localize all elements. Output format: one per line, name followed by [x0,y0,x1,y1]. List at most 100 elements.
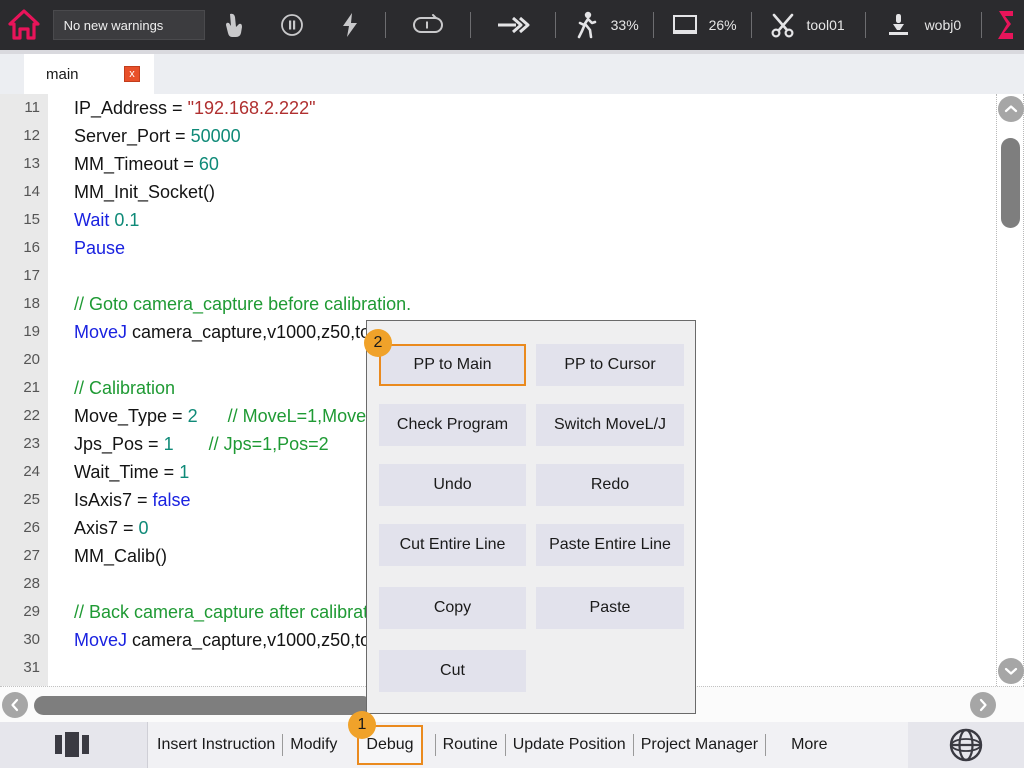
code-text: // Calibration [74,374,175,402]
code-token: false [153,490,191,510]
menu-item-pp-to-cursor[interactable]: PP to Cursor [536,344,684,386]
menu-item-label: Undo [433,476,471,494]
line-number: 18 [0,290,40,318]
horizontal-scroll-thumb[interactable] [34,696,372,715]
bottom-menu-insert-instruction[interactable]: Insert Instruction [150,722,282,768]
menu-item-label: Paste Entire Line [549,536,671,554]
code-token: 0 [139,518,149,538]
bottom-menu-more[interactable]: More [784,722,834,768]
line-number: 27 [0,542,40,570]
screen-indicator[interactable]: 26% [660,0,737,50]
code-text: MM_Timeout = 60 [74,150,219,178]
code-text: IsAxis7 = false [74,486,191,514]
speed-value: 33% [611,17,639,33]
toolbar-divider [470,12,471,38]
step-badge-1: 1 [348,711,376,739]
bottom-menu-routine[interactable]: Routine [436,722,505,768]
menu-item-label: PP to Main [414,356,492,374]
code-line[interactable]: 13MM_Timeout = 60 [0,150,996,178]
code-line[interactable]: 14 MM_Init_Socket() [0,178,996,206]
menu-item-switch-movel-j[interactable]: Switch MoveL/J [536,404,684,446]
code-token: // Calibration [74,378,175,398]
workobject-indicator[interactable]: wobj0 [872,0,962,50]
menu-item-pp-to-main[interactable]: PP to Main [379,344,526,386]
vertical-scroll-thumb[interactable] [1001,138,1020,228]
brand-logo-icon[interactable] [988,0,1024,50]
speed-indicator[interactable]: 33% [562,0,639,50]
code-token: // Goto camera_capture before calibratio… [74,294,411,314]
step-forward-icon[interactable] [477,0,549,50]
menu-item-redo[interactable]: Redo [536,464,684,506]
code-line[interactable]: 16Pause [0,234,996,262]
code-line[interactable]: 18 // Goto camera_capture before calibrat… [0,290,996,318]
scroll-down-icon[interactable] [998,658,1024,684]
line-number: 14 [0,178,40,206]
toolbar-divider [385,12,386,38]
code-token: IP_Address = [74,98,188,118]
code-token: Jps_Pos = [74,434,164,454]
tool-indicator[interactable]: tool01 [758,0,845,50]
scroll-up-icon[interactable] [998,96,1024,122]
code-text: IP_Address = "192.168.2.222" [74,94,315,122]
line-number: 30 [0,626,40,654]
bottom-menu-modify[interactable]: Modify [283,722,344,768]
code-line[interactable]: 15Wait 0.1 [0,206,996,234]
tab-bar: main x [0,54,1024,94]
line-number: 11 [0,94,40,122]
code-token: MM_Init_Socket() [74,182,215,202]
menu-item-check-program[interactable]: Check Program [379,404,526,446]
code-line[interactable]: 17 [0,262,996,290]
warning-status-box[interactable]: No new warnings [53,10,205,40]
code-token: 50000 [191,126,241,146]
running-man-icon [570,0,604,50]
menu-item-label: Copy [434,599,471,617]
menu-item-cut[interactable]: Cut [379,650,526,692]
pause-circle-icon[interactable] [263,0,321,50]
code-token: Pause [74,238,125,258]
language-button[interactable] [908,722,1024,768]
workobject-value: wobj0 [925,17,962,33]
code-text: Jps_Pos = 1 // Jps=1,Pos=2 [74,430,329,458]
menu-item-paste[interactable]: Paste [536,587,684,629]
code-line[interactable]: 12Server_Port = 50000 [0,122,996,150]
code-token: Wait [74,210,114,230]
bottom-toolbar: Insert Instruction Modify Debug RoutineUpda… [0,722,1024,768]
bottom-menu-update-position[interactable]: Update Position [506,722,633,768]
line-number: 22 [0,402,40,430]
line-number: 20 [0,346,40,374]
line-number: 24 [0,458,40,486]
close-icon[interactable]: x [124,66,140,82]
monitor-icon [668,0,702,50]
home-icon[interactable] [0,0,49,50]
bottom-menu-label: Debug [366,736,413,754]
code-token: Wait_Time = [74,462,179,482]
toolbar-divider [751,12,752,38]
cycle-loop-icon[interactable] [392,0,464,50]
menu-item-label: Paste [590,599,631,617]
scroll-left-icon[interactable] [2,692,28,718]
menu-item-cut-entire-line[interactable]: Cut Entire Line [379,524,526,566]
globe-icon [946,725,986,765]
menu-item-copy[interactable]: Copy [379,587,526,629]
tab-main[interactable]: main x [24,54,154,94]
code-token: 60 [199,154,219,174]
code-line[interactable]: 11 IP_Address = "192.168.2.222" [0,94,996,122]
scroll-right-icon[interactable] [970,692,996,718]
menu-item-undo[interactable]: Undo [379,464,526,506]
menu-item-label: Cut [440,662,465,680]
code-token: MoveJ [74,630,132,650]
code-token: // Back camera_capture after calibration… [74,602,397,622]
menu-item-paste-entire-line[interactable]: Paste Entire Line [536,524,684,566]
code-token: MM_Timeout = [74,154,199,174]
warning-text: No new warnings [64,18,164,33]
menu-item-label: Check Program [397,416,508,434]
menu-item-label: PP to Cursor [564,356,655,374]
vertical-scrollbar[interactable] [996,94,1024,686]
bottom-menu-project-manager[interactable]: Project Manager [634,722,765,768]
panel-layout-button[interactable] [0,722,148,768]
lightning-icon[interactable] [321,0,379,50]
code-token: // Jps=1,Pos=2 [174,434,329,454]
hand-pointer-icon[interactable] [205,0,263,50]
bottom-menu-label: Insert Instruction [157,736,275,754]
code-token: 1 [164,434,174,454]
